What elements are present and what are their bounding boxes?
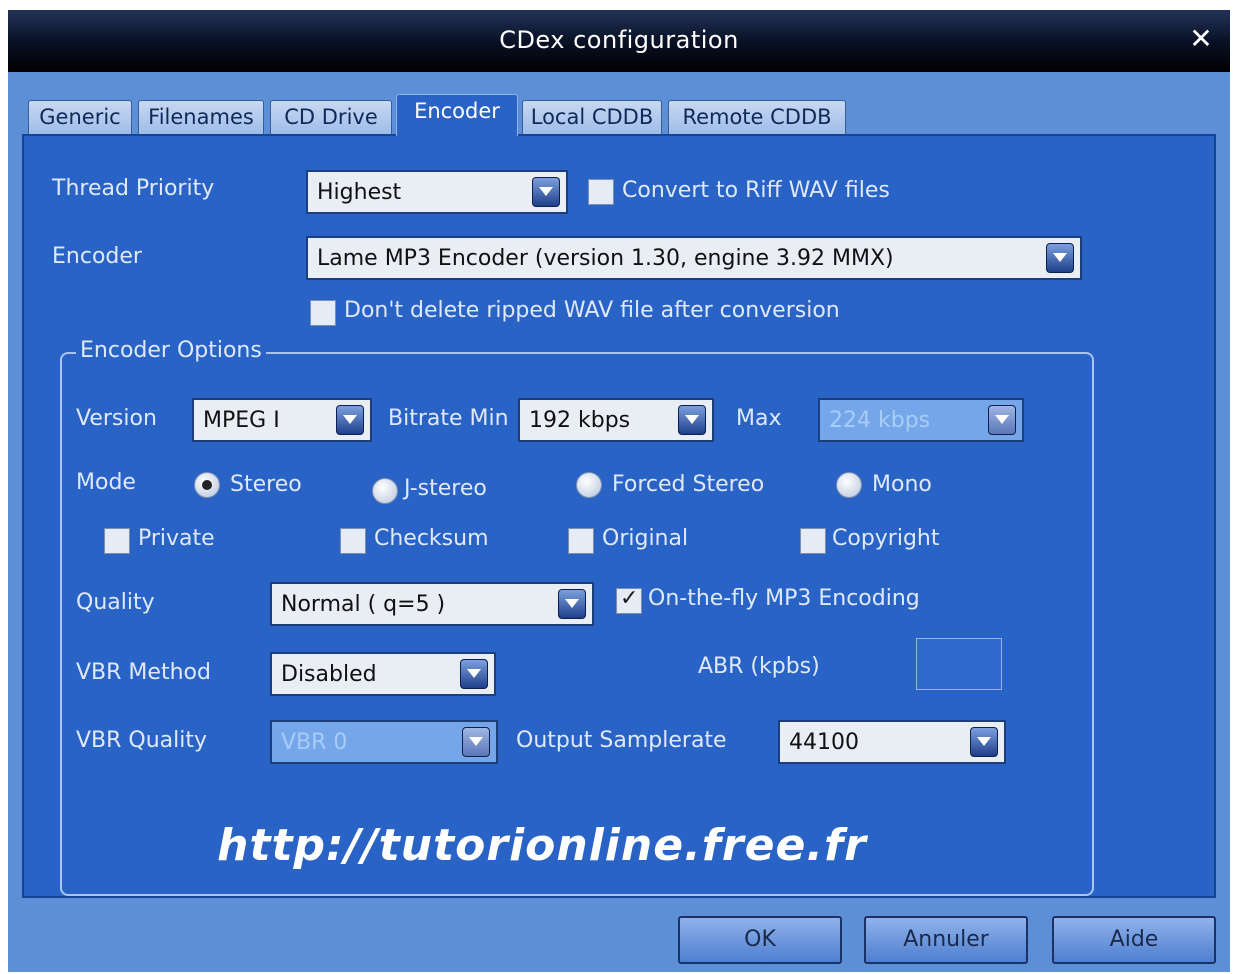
original-label: Original	[602, 526, 689, 551]
tab-generic[interactable]: Generic	[28, 100, 132, 134]
bitrate-max-label: Max	[736, 406, 782, 431]
tab-remote-cddb[interactable]: Remote CDDB	[668, 100, 846, 134]
chevron-down-icon[interactable]	[678, 405, 706, 435]
tab-cd-drive[interactable]: CD Drive	[270, 100, 392, 134]
bitrate-min-label: Bitrate Min	[388, 406, 509, 431]
chevron-down-icon[interactable]	[336, 405, 364, 435]
chevron-down-icon[interactable]	[462, 727, 490, 757]
encoder-panel: Thread Priority Highest Convert to Riff …	[22, 134, 1216, 898]
mode-jstereo-label: J-stereo	[404, 476, 487, 501]
output-samplerate-value: 44100	[789, 730, 859, 755]
chevron-down-icon[interactable]	[558, 589, 586, 619]
watermark-url: http://tutorionline.free.fr	[217, 820, 867, 871]
version-value: MPEG I	[203, 408, 280, 433]
mode-jstereo-radio[interactable]	[372, 478, 398, 504]
output-samplerate-label: Output Samplerate	[516, 728, 727, 753]
mode-forced-stereo-label: Forced Stereo	[612, 472, 765, 497]
window-title: CDex configuration	[499, 26, 739, 54]
encoder-value: Lame MP3 Encoder (version 1.30, engine 3…	[317, 246, 894, 271]
bitrate-min-value: 192 kbps	[529, 408, 631, 433]
convert-riff-label: Convert to Riff WAV files	[622, 178, 890, 203]
mode-forced-stereo-radio[interactable]	[576, 472, 602, 498]
encoder-select[interactable]: Lame MP3 Encoder (version 1.30, engine 3…	[306, 236, 1082, 280]
encoder-options-legend: Encoder Options	[76, 338, 266, 363]
close-icon[interactable]: ✕	[1186, 24, 1216, 54]
quality-value: Normal ( q=5 )	[281, 592, 446, 617]
thread-priority-value: Highest	[317, 180, 402, 205]
vbr-method-value: Disabled	[281, 662, 377, 687]
dont-delete-checkbox[interactable]	[310, 300, 336, 326]
encoder-label: Encoder	[52, 244, 142, 269]
quality-label: Quality	[76, 590, 155, 615]
private-label: Private	[138, 526, 215, 551]
mode-mono-label: Mono	[872, 472, 932, 497]
bitrate-max-select[interactable]: 224 kbps	[818, 398, 1024, 442]
cdex-config-window: CDex configuration ✕ Generic Filenames C…	[8, 10, 1230, 972]
copyright-checkbox[interactable]	[800, 528, 826, 554]
convert-riff-checkbox[interactable]	[588, 179, 614, 205]
on-the-fly-label: On-the-fly MP3 Encoding	[648, 586, 920, 611]
bitrate-min-select[interactable]: 192 kbps	[518, 398, 714, 442]
thread-priority-label: Thread Priority	[52, 176, 215, 201]
abr-input[interactable]	[916, 638, 1002, 690]
chevron-down-icon[interactable]	[988, 405, 1016, 435]
version-label: Version	[76, 406, 157, 431]
tab-filenames[interactable]: Filenames	[138, 100, 264, 134]
mode-label: Mode	[76, 470, 136, 495]
vbr-quality-select[interactable]: VBR 0	[270, 720, 498, 764]
dont-delete-label: Don't delete ripped WAV file after conve…	[344, 298, 840, 323]
cancel-button[interactable]: Annuler	[864, 916, 1028, 964]
copyright-label: Copyright	[832, 526, 940, 551]
private-checkbox[interactable]	[104, 528, 130, 554]
thread-priority-select[interactable]: Highest	[306, 170, 568, 214]
chevron-down-icon[interactable]	[460, 659, 488, 689]
vbr-quality-label: VBR Quality	[76, 728, 208, 753]
mode-stereo-radio[interactable]	[194, 472, 220, 498]
chevron-down-icon[interactable]	[1046, 243, 1074, 273]
checksum-label: Checksum	[374, 526, 489, 551]
checksum-checkbox[interactable]	[340, 528, 366, 554]
help-button[interactable]: Aide	[1052, 916, 1216, 964]
vbr-method-label: VBR Method	[76, 660, 211, 685]
mode-stereo-label: Stereo	[230, 472, 302, 497]
tab-local-cddb[interactable]: Local CDDB	[522, 100, 662, 134]
title-bar: CDex configuration ✕	[8, 10, 1230, 72]
on-the-fly-checkbox[interactable]	[616, 586, 642, 614]
chevron-down-icon[interactable]	[532, 177, 560, 207]
vbr-quality-value: VBR 0	[281, 730, 348, 755]
ok-button[interactable]: OK	[678, 916, 842, 964]
chevron-down-icon[interactable]	[970, 727, 998, 757]
tab-encoder[interactable]: Encoder	[396, 94, 518, 136]
original-checkbox[interactable]	[568, 528, 594, 554]
output-samplerate-select[interactable]: 44100	[778, 720, 1006, 764]
quality-select[interactable]: Normal ( q=5 )	[270, 582, 594, 626]
abr-label: ABR (kpbs)	[698, 654, 820, 679]
bitrate-max-value: 224 kbps	[829, 408, 931, 433]
mode-mono-radio[interactable]	[836, 472, 862, 498]
encoder-options-group: Encoder Options Version MPEG I Bitrate M…	[60, 338, 1094, 896]
vbr-method-select[interactable]: Disabled	[270, 652, 496, 696]
version-select[interactable]: MPEG I	[192, 398, 372, 442]
